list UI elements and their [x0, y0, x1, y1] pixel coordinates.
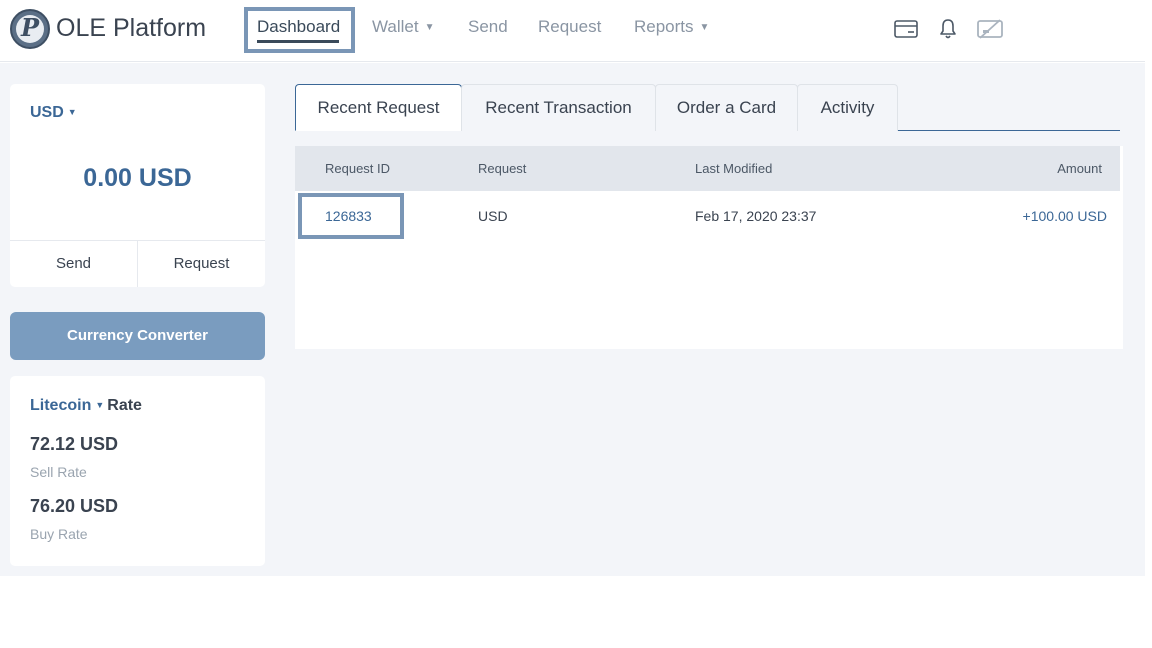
card-icon[interactable] — [893, 17, 919, 41]
balance-card: USD ▼ 0.00 USD Send Request — [10, 84, 265, 287]
send-button[interactable]: Send — [10, 241, 137, 287]
bell-icon[interactable] — [935, 17, 961, 41]
nav-dashboard-label: Dashboard — [257, 17, 341, 36]
nav-wallet[interactable]: Wallet ▼ — [372, 17, 435, 37]
tab-activity[interactable]: Activity — [797, 84, 898, 131]
disabled-card-icon[interactable] — [977, 17, 1003, 41]
caret-down-icon: ▼ — [699, 22, 710, 33]
caret-down-icon: ▼ — [424, 22, 435, 33]
table-header: Request ID Request Last Modified Amount — [295, 146, 1120, 191]
request-amount: +100.00 USD — [1022, 208, 1107, 224]
tab-order-card[interactable]: Order a Card — [655, 84, 798, 131]
rate-title-suffix: Rate — [107, 397, 142, 414]
sell-rate-label: Sell Rate — [30, 464, 87, 480]
request-table: Request ID Request Last Modified Amount … — [295, 146, 1123, 349]
caret-down-icon: ▼ — [95, 400, 105, 410]
tab-recent-request[interactable]: Recent Request — [295, 84, 462, 131]
request-button[interactable]: Request — [137, 241, 265, 287]
sell-rate-value: 72.12 USD — [30, 434, 119, 454]
caret-down-icon: ▼ — [67, 107, 77, 117]
nav-send[interactable]: Send — [468, 17, 508, 37]
currency-dropdown[interactable]: USD ▼ — [30, 104, 77, 122]
nav-reports-label: Reports — [634, 17, 694, 36]
column-header-last-modified[interactable]: Last Modified — [695, 161, 772, 176]
coin-selector[interactable]: Litecoin — [30, 397, 91, 414]
buy-rate-value: 76.20 USD — [30, 496, 119, 516]
request-currency: USD — [478, 208, 508, 224]
balance-actions: Send Request — [10, 240, 265, 287]
nav-request[interactable]: Request — [538, 17, 601, 37]
request-id-link[interactable]: 126833 — [325, 208, 372, 224]
buy-rate-label: Buy Rate — [30, 526, 88, 542]
nav-reports[interactable]: Reports ▼ — [634, 17, 709, 37]
logo-letter: P — [20, 13, 40, 42]
balance-amount: 0.00 USD — [83, 164, 192, 192]
tab-recent-transaction[interactable]: Recent Transaction — [461, 84, 656, 131]
column-header-request[interactable]: Request — [478, 161, 526, 176]
logo-icon[interactable]: P — [10, 9, 50, 49]
column-header-request-id[interactable]: Request ID — [325, 161, 390, 176]
last-modified: Feb 17, 2020 23:37 — [695, 208, 817, 224]
currency-converter-button[interactable]: Currency Converter — [10, 312, 265, 360]
rate-title[interactable]: Litecoin ▼ Rate — [30, 397, 142, 415]
nav-wallet-label: Wallet — [372, 17, 419, 36]
brand-name[interactable]: OLE Platform — [56, 14, 206, 43]
rate-card: Litecoin ▼ Rate 72.12 USD Sell Rate 76.20 … — [10, 376, 265, 566]
nav-dashboard[interactable]: Dashboard — [244, 7, 355, 53]
column-header-amount[interactable]: Amount — [1057, 161, 1102, 176]
currency-label: USD — [30, 104, 64, 121]
top-navbar: P OLE Platform Dashboard Wallet ▼ Send Re… — [0, 0, 1145, 62]
tab-bar: Recent Request Recent Transaction Order … — [295, 84, 1120, 131]
active-underline — [257, 40, 339, 43]
